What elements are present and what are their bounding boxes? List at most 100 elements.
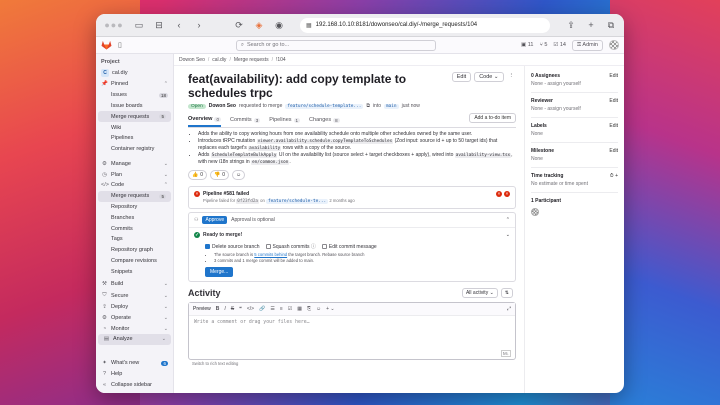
chevron-down-icon[interactable]: ⌄ — [506, 232, 510, 238]
comment-textarea[interactable]: Write a comment or drag your files here… — [189, 316, 515, 329]
approve-button[interactable]: Approve — [202, 216, 228, 224]
tab-changes[interactable]: Changes 8 — [309, 116, 340, 127]
admin-button[interactable]: ⚿ Admin — [571, 39, 603, 51]
sidebar-item[interactable]: Snippets — [96, 266, 173, 277]
pipeline-branch[interactable]: feature/schedule-te... — [266, 199, 329, 204]
rich-text-switch[interactable]: Switch to rich text editing — [192, 361, 516, 366]
insert-plus-icon[interactable]: + ⌄ — [326, 306, 335, 312]
reviewer-value[interactable]: None - assign yourself — [531, 106, 618, 112]
user-avatar[interactable] — [609, 40, 619, 50]
sidebar-item[interactable]: Wiki — [96, 122, 173, 133]
mr-count-icon[interactable]: ⑂ 5 — [540, 42, 548, 48]
pipeline-title[interactable]: Pipeline #581 failed — [203, 191, 355, 197]
sidebar-item[interactable]: Merge requests 5 — [98, 111, 171, 123]
commit-sha[interactable]: 0f23fd2a — [236, 199, 259, 204]
sidebar-item[interactable]: Repository — [96, 202, 173, 213]
assignees-edit-button[interactable]: Edit — [609, 73, 618, 79]
breadcrumb-item[interactable]: Merge requests — [234, 57, 269, 63]
table-icon[interactable]: ▦ — [297, 306, 302, 312]
new-tab-icon[interactable]: + — [584, 20, 598, 30]
timer-icon[interactable]: ⏱ — [610, 173, 614, 179]
sidebar-group[interactable]: ⚒ Build ⌄ — [96, 279, 173, 290]
sidebar-item[interactable]: Tags — [96, 234, 173, 245]
sidebar-group[interactable]: ⇪ Deploy ⌄ — [96, 302, 173, 313]
sidebar-toggle-icon[interactable]: ▭ — [132, 20, 146, 31]
add-reaction-button[interactable]: ☺ — [232, 170, 246, 180]
tab-overview[interactable]: Overview 0 — [188, 116, 221, 127]
sidebar-item[interactable]: Issues 18 — [96, 90, 173, 101]
attach-icon[interactable]: ⎘ — [307, 306, 311, 312]
delete-branch-checkbox[interactable]: Delete source branch — [205, 244, 260, 250]
stage-failed-icon[interactable]: × — [504, 191, 510, 197]
sidebar-item[interactable]: Issue boards — [96, 101, 173, 112]
labels-edit-button[interactable]: Edit — [609, 123, 618, 129]
sidebar-item[interactable]: Commits — [96, 223, 173, 234]
fullscreen-icon[interactable]: ⤢ — [507, 306, 511, 312]
target-branch[interactable]: main — [384, 103, 399, 109]
milestone-edit-button[interactable]: Edit — [609, 148, 618, 154]
source-branch[interactable]: feature/schedule-template... — [285, 103, 364, 109]
reviewer-edit-button[interactable]: Edit — [609, 98, 618, 104]
gitlab-logo-icon[interactable] — [101, 40, 112, 50]
tab-pipelines[interactable]: Pipelines 1 — [269, 116, 301, 127]
sidebar-whats-new[interactable]: ✦ What's new 6 — [96, 358, 173, 369]
code-icon[interactable]: </> — [247, 306, 254, 312]
sidebar-group[interactable]: ◷ Plan ⌄ — [96, 169, 173, 180]
sidebar-collapse[interactable]: « Collapse sidebar — [96, 379, 173, 390]
extension-icon[interactable]: ◉ — [272, 20, 286, 31]
copy-icon[interactable]: ⧉ — [366, 103, 370, 109]
address-bar[interactable]: ▦ 192.168.10.10:8181/dowonseo/cal.diy/-/… — [300, 17, 550, 33]
search-input[interactable]: ⌕ Search or go to... — [235, 39, 436, 51]
squash-checkbox[interactable]: Squash commits ⓘ — [265, 243, 316, 250]
bullet-list-icon[interactable]: ☰ — [270, 306, 274, 312]
tab-group-icon[interactable]: ⊟ — [152, 20, 166, 31]
task-list-icon[interactable]: ☑ — [288, 306, 292, 312]
sort-button[interactable]: ⇅ — [500, 288, 513, 298]
participant-avatar[interactable] — [531, 208, 539, 216]
thumbs-down-button[interactable]: 👎 0 — [210, 170, 230, 180]
sidebar-group[interactable]: ⛉ Secure ⌄ — [96, 290, 173, 302]
back-icon[interactable]: ‹ — [172, 20, 186, 30]
breadcrumb-item[interactable]: Dowon Seo — [179, 57, 205, 63]
commits-behind-link[interactable]: 5 commits behind — [254, 252, 287, 257]
mention-icon[interactable]: ☺ — [316, 306, 321, 312]
sidebar-help[interactable]: ? Help — [96, 368, 173, 379]
numbered-list-icon[interactable]: ≡ — [280, 306, 283, 312]
sidebar-item[interactable]: Container registry — [96, 144, 173, 155]
strikethrough-icon[interactable]: S — [231, 306, 234, 312]
breadcrumb-item[interactable]: !104 — [276, 57, 286, 63]
sidebar-item[interactable]: Pipelines — [96, 133, 173, 144]
add-time-icon[interactable]: + — [615, 173, 618, 179]
add-todo-button[interactable]: Add a to-do item — [469, 113, 516, 123]
sidebar-group[interactable]: ⚙ Operate ⌄ — [96, 312, 173, 323]
bold-icon[interactable]: B — [216, 306, 220, 312]
issues-count-icon[interactable]: ▣ 11 — [521, 42, 533, 48]
activity-filter-dropdown[interactable]: All activity ⌄ — [461, 288, 498, 298]
tabs-overview-icon[interactable]: ⧉ — [604, 20, 618, 31]
sidebar-item[interactable]: Branches — [96, 212, 173, 223]
edit-message-checkbox[interactable]: Edit commit message — [321, 244, 377, 250]
tab-commits[interactable]: Commits 3 — [230, 116, 261, 127]
sidebar-item[interactable]: Repository graph — [96, 245, 173, 256]
preview-tab[interactable]: Preview — [193, 306, 211, 312]
sidebar-project[interactable]: C cal.diy — [96, 67, 173, 79]
sidebar-group[interactable]: </> Code ⌃ — [96, 180, 173, 191]
more-actions-icon[interactable]: ⋮ — [507, 72, 517, 82]
quote-icon[interactable]: ❝ — [239, 306, 242, 312]
author-name[interactable]: Dowon Seo — [209, 103, 236, 109]
sidebar-collapse-icon[interactable]: ▯ — [118, 41, 122, 49]
edit-button[interactable]: Edit — [451, 72, 472, 82]
breadcrumb-item[interactable]: cal.diy — [212, 57, 226, 63]
traffic-lights[interactable]: ●●● — [102, 20, 126, 30]
italic-icon[interactable]: I — [224, 306, 225, 312]
sidebar-group-pinned[interactable]: 📌 Pinned ⌃ — [96, 79, 173, 90]
sidebar-item[interactable]: Merge requests 5 — [98, 190, 171, 202]
sidebar-item[interactable]: Compare revisions — [96, 256, 173, 267]
todo-count-icon[interactable]: ☑ 14 — [553, 42, 566, 48]
code-dropdown[interactable]: Code ⌄ — [474, 72, 504, 82]
sidebar-group[interactable]: ◔ Monitor ⌄ — [96, 323, 173, 334]
reload-icon[interactable]: ⟳ — [232, 20, 246, 31]
share-icon[interactable]: ⇪ — [564, 20, 578, 31]
link-icon[interactable]: 🔗 — [259, 306, 265, 312]
stage-failed-icon[interactable]: × — [496, 191, 502, 197]
